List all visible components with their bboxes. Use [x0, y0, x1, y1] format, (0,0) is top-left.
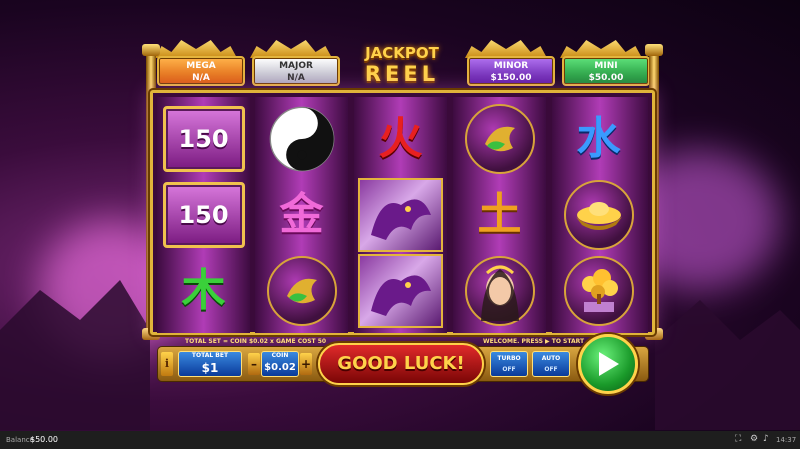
- jackpot-mega: MEGA N/A: [157, 56, 245, 86]
- coin-decrease-button[interactable]: –: [248, 353, 260, 375]
- dragon-ornament: [155, 40, 237, 58]
- symbol-cell: [457, 253, 542, 329]
- info-button[interactable]: i: [161, 352, 173, 376]
- coin-value-display: COIN $0.02: [261, 351, 299, 377]
- dragon-ornament: [250, 40, 332, 58]
- message-display: GOOD LUCK!: [318, 343, 484, 385]
- reel-1: 150 150 木: [157, 97, 250, 333]
- reel-4: 土: [453, 97, 546, 333]
- jackpot-value: N/A: [192, 73, 210, 83]
- title-line2: REEL: [364, 62, 440, 86]
- jackpot-value: N/A: [287, 73, 305, 83]
- spin-button[interactable]: [578, 334, 638, 394]
- cash-symbol: 150: [162, 106, 245, 172]
- info-icon: i: [164, 357, 170, 370]
- symbol-cell: [457, 101, 542, 177]
- status-bar: Balance $50.00 ⛶ ⚙ ♪ 14:37: [0, 431, 800, 449]
- symbol-cell: [259, 101, 344, 177]
- empress-icon: [464, 256, 535, 326]
- coin-value: $0.02: [264, 362, 296, 373]
- dragon-ornament: [560, 40, 642, 58]
- jackpot-mini: MINI $50.00: [562, 56, 650, 86]
- symbol-cell: 木: [161, 253, 246, 329]
- title-line1: JACKPOT: [365, 44, 439, 62]
- jackpot-name: MINI: [594, 61, 618, 71]
- jackpot-major: MAJOR N/A: [252, 56, 340, 86]
- reel-2: 金: [255, 97, 348, 333]
- symbol-cell: [259, 253, 344, 329]
- reel-5: 水: [552, 97, 648, 333]
- turbo-button[interactable]: TURBO OFF: [490, 351, 528, 377]
- jackpot-name: MEGA: [186, 61, 216, 71]
- good-luck-text: GOOD LUCK!: [337, 353, 465, 374]
- symbol-cell: [556, 253, 641, 329]
- fullscreen-icon[interactable]: ⛶: [735, 434, 741, 444]
- symbol-cell: 水: [556, 101, 641, 177]
- dragon-wild-icon: [358, 254, 443, 328]
- jackpot-value: $150.00: [490, 73, 532, 83]
- symbol-cell: [358, 177, 443, 253]
- fire-glyph: 火: [378, 113, 423, 164]
- symbol-cell: 金: [259, 177, 344, 253]
- dragon-wild-icon: [358, 178, 443, 252]
- symbol-cell: 150: [161, 101, 246, 177]
- total-bet-display[interactable]: TOTAL BET $1: [178, 351, 242, 377]
- sound-icon[interactable]: ♪: [763, 434, 769, 444]
- reel-3: 火: [354, 97, 447, 333]
- jackpot-minor: MINOR $150.00: [467, 56, 555, 86]
- symbol-cell: [556, 177, 641, 253]
- minus-icon: –: [251, 357, 257, 371]
- money-tree-icon: [563, 256, 634, 326]
- reel-frame: 150 150 木 金 火 土 水: [150, 90, 655, 335]
- total-bet-label: TOTAL BET: [191, 352, 229, 359]
- game-title: JACKPOT REEL: [358, 44, 446, 86]
- jackpot-header: MEGA N/A MAJOR N/A JACKPOT REEL MINOR $1…: [150, 38, 655, 90]
- plus-icon: +: [300, 357, 312, 371]
- balance-value: $50.00: [30, 435, 58, 444]
- koi-fish-icon: [266, 256, 337, 326]
- turbo-state: OFF: [502, 366, 516, 373]
- jackpot-value: $50.00: [588, 73, 624, 83]
- jackpot-name: MINOR: [493, 61, 529, 71]
- symbol-cell: 火: [358, 101, 443, 177]
- metal-glyph: 金: [279, 189, 324, 240]
- play-icon: [599, 352, 619, 376]
- auto-state: OFF: [544, 366, 558, 373]
- gold-ingot-icon: [563, 180, 634, 250]
- welcome-message: WELCOME. PRESS ▶ TO START: [483, 338, 585, 345]
- settings-icon[interactable]: ⚙: [750, 434, 758, 444]
- earth-glyph: 土: [477, 189, 522, 240]
- wood-glyph: 木: [181, 265, 226, 316]
- turbo-label: TURBO: [497, 355, 521, 362]
- auto-label: AUTO: [541, 355, 561, 362]
- dragon-ornament: [465, 40, 547, 58]
- jackpot-name: MAJOR: [279, 61, 313, 71]
- total-bet-value: $1: [201, 361, 219, 375]
- symbol-cell: [358, 253, 443, 329]
- symbol-cell: 150: [161, 177, 246, 253]
- symbol-cell: 土: [457, 177, 542, 253]
- cash-symbol: 150: [162, 182, 245, 248]
- yin-yang-icon: [269, 106, 334, 172]
- auto-button[interactable]: AUTO OFF: [532, 351, 570, 377]
- coin-label: COIN: [271, 352, 289, 359]
- coin-increase-button[interactable]: +: [300, 353, 312, 375]
- bet-formula: TOTAL SET = COIN $0.02 x GAME COST 50: [185, 338, 327, 345]
- clock-time: 14:37: [776, 436, 797, 444]
- water-glyph: 水: [576, 113, 621, 164]
- koi-fish-icon: [464, 104, 535, 174]
